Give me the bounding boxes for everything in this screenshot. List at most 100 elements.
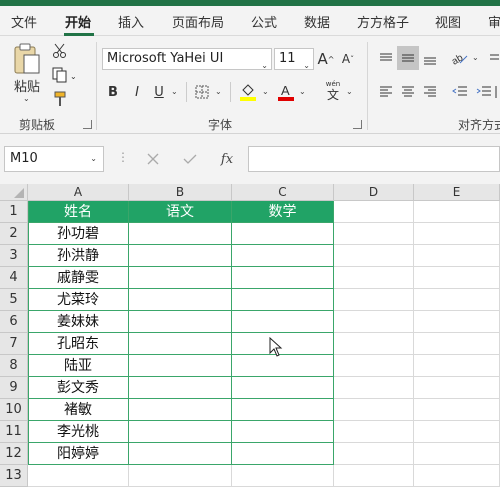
cell[interactable]: [334, 333, 414, 355]
bold-button[interactable]: B: [104, 82, 122, 102]
font-color-icon[interactable]: A: [276, 80, 296, 104]
cell[interactable]: [414, 443, 500, 465]
cell[interactable]: [232, 443, 334, 465]
row-header[interactable]: 8: [0, 355, 28, 377]
wrap-text-icon[interactable]: [488, 48, 500, 70]
cell[interactable]: [414, 399, 500, 421]
cell[interactable]: [414, 267, 500, 289]
name-box[interactable]: M10 ⌄: [4, 146, 104, 172]
cell[interactable]: [334, 377, 414, 399]
align-center-icon[interactable]: [398, 82, 418, 102]
cell[interactable]: 李光桃: [28, 421, 129, 443]
cell[interactable]: [414, 465, 500, 487]
cell[interactable]: [129, 333, 232, 355]
cell[interactable]: [414, 355, 500, 377]
cell[interactable]: [414, 289, 500, 311]
cell[interactable]: [129, 377, 232, 399]
align-bottom-icon[interactable]: [420, 48, 440, 70]
cell[interactable]: [129, 289, 232, 311]
cell[interactable]: 褚敏: [28, 399, 129, 421]
cell[interactable]: [334, 421, 414, 443]
borders-dropdown-icon[interactable]: ⌄: [215, 87, 222, 96]
phonetic-dropdown-icon[interactable]: ⌄: [346, 87, 353, 96]
phonetic-guide-icon[interactable]: wén 文: [322, 78, 344, 104]
orientation-icon[interactable]: ab: [448, 46, 470, 70]
row-header[interactable]: 13: [0, 465, 28, 487]
cell[interactable]: 孙洪静: [28, 245, 129, 267]
table-header-cell[interactable]: 数学: [232, 201, 334, 223]
cell[interactable]: [232, 465, 334, 487]
cell[interactable]: [129, 245, 232, 267]
paste-label[interactable]: 粘贴: [14, 76, 40, 95]
row-header[interactable]: 9: [0, 377, 28, 399]
cell[interactable]: [334, 399, 414, 421]
cell[interactable]: [232, 399, 334, 421]
cell[interactable]: [334, 201, 414, 223]
cell[interactable]: [414, 333, 500, 355]
cut-icon[interactable]: [50, 42, 70, 60]
paste-icon[interactable]: [10, 42, 44, 76]
decrease-font-icon[interactable]: Aˇ: [338, 48, 358, 70]
cancel-icon[interactable]: [144, 150, 162, 168]
cell[interactable]: [232, 355, 334, 377]
font-name-select[interactable]: Microsoft YaHei UI ⌄: [102, 48, 272, 70]
font-launcher-icon[interactable]: [353, 120, 362, 129]
align-top-icon[interactable]: [376, 48, 396, 70]
cell[interactable]: [414, 311, 500, 333]
cell[interactable]: [129, 421, 232, 443]
paste-dropdown-icon[interactable]: ⌄: [23, 94, 30, 103]
row-header[interactable]: 2: [0, 223, 28, 245]
row-header[interactable]: 5: [0, 289, 28, 311]
cell[interactable]: 姜妹妹: [28, 311, 129, 333]
cell[interactable]: [334, 465, 414, 487]
increase-indent-icon[interactable]: [474, 82, 494, 102]
cell[interactable]: [334, 443, 414, 465]
cell[interactable]: [334, 355, 414, 377]
row-header[interactable]: 10: [0, 399, 28, 421]
insert-function-button[interactable]: fx: [216, 149, 238, 169]
tab-home[interactable]: 开始: [65, 12, 91, 31]
cell[interactable]: [232, 289, 334, 311]
cell[interactable]: [129, 443, 232, 465]
align-left-icon[interactable]: [376, 82, 396, 102]
cell[interactable]: [334, 289, 414, 311]
tab-formulas[interactable]: 公式: [251, 12, 277, 31]
column-header-e[interactable]: E: [414, 184, 500, 201]
row-header[interactable]: 4: [0, 267, 28, 289]
tab-insert[interactable]: 插入: [118, 12, 144, 31]
tab-file[interactable]: 文件: [11, 12, 37, 31]
italic-button[interactable]: I: [128, 82, 146, 102]
fill-color-dropdown-icon[interactable]: ⌄: [262, 87, 269, 96]
cell[interactable]: 尤菜玲: [28, 289, 129, 311]
cell[interactable]: 彭文秀: [28, 377, 129, 399]
copy-icon[interactable]: ⌄: [50, 66, 80, 84]
cell[interactable]: [414, 201, 500, 223]
format-painter-icon[interactable]: [50, 90, 70, 108]
decrease-indent-icon[interactable]: [450, 82, 470, 102]
enter-icon[interactable]: [181, 150, 199, 168]
borders-icon[interactable]: [193, 82, 211, 102]
cell[interactable]: [232, 245, 334, 267]
cell[interactable]: 陆亚: [28, 355, 129, 377]
cell[interactable]: [129, 355, 232, 377]
cell[interactable]: 孔昭东: [28, 333, 129, 355]
cell[interactable]: [414, 223, 500, 245]
merge-icon[interactable]: [495, 82, 500, 102]
tab-page-layout[interactable]: 页面布局: [172, 12, 224, 31]
cell[interactable]: [414, 421, 500, 443]
column-header-b[interactable]: B: [129, 184, 232, 201]
cell[interactable]: [334, 311, 414, 333]
tab-review[interactable]: 审: [488, 12, 500, 31]
column-header-c[interactable]: C: [232, 184, 334, 201]
cell[interactable]: [414, 377, 500, 399]
cell[interactable]: [232, 311, 334, 333]
cell[interactable]: [232, 223, 334, 245]
cell[interactable]: [129, 399, 232, 421]
cell[interactable]: [129, 267, 232, 289]
chevron-down-icon[interactable]: ⌄: [90, 147, 97, 171]
increase-font-icon[interactable]: A ^: [316, 48, 336, 70]
clipboard-launcher-icon[interactable]: [83, 120, 92, 129]
select-all-button[interactable]: [0, 184, 28, 201]
cell[interactable]: [129, 223, 232, 245]
underline-button[interactable]: U: [150, 82, 168, 102]
